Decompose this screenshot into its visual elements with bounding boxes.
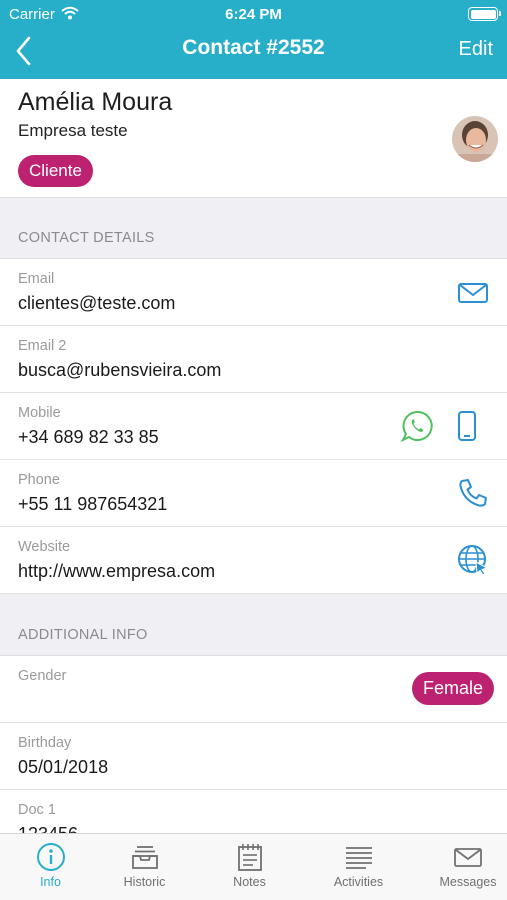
field-label: Website — [18, 539, 71, 555]
tab-notes[interactable]: Notes — [199, 834, 300, 900]
tab-label: Historic — [123, 875, 166, 889]
info-row-birthday: Birthday 05/01/2018 — [0, 723, 507, 790]
page-title: Contact #2552 — [182, 36, 325, 59]
tab-messages[interactable]: Messages — [429, 834, 507, 900]
clock: 6:24 PM — [225, 6, 282, 23]
mail-icon[interactable] — [456, 275, 490, 309]
contact-header: Amélia Moura Empresa teste Cliente — [0, 79, 507, 198]
detail-row-email[interactable]: Email clientes@teste.com — [0, 259, 507, 326]
status-bar: Carrier 6:24 PM — [0, 0, 507, 28]
field-value: clientes@teste.com — [18, 293, 176, 313]
field-label: Doc 1 — [18, 802, 56, 818]
detail-row-email-2[interactable]: Email 2 busca@rubensvieira.com — [0, 326, 507, 393]
detail-row-website[interactable]: Website http://www.empresa.com — [0, 527, 507, 594]
detail-row-phone[interactable]: Phone +55 11 987654321 — [0, 460, 507, 527]
tab-historic[interactable]: Historic — [94, 834, 195, 900]
section-header-contact-details: CONTACT DETAILS — [0, 198, 507, 259]
tab-activities[interactable]: Activities — [308, 834, 409, 900]
navigation-bar: Carrier 6:24 PM Contact #2552 Edit — [0, 0, 507, 79]
field-label: Mobile — [18, 405, 61, 421]
contact-name: Amélia Moura — [18, 88, 173, 116]
battery-icon — [468, 7, 501, 21]
mobile-phone-icon[interactable] — [450, 409, 484, 443]
field-label: Email — [18, 271, 55, 287]
field-value: +55 11 987654321 — [18, 494, 168, 514]
info-icon — [36, 843, 65, 871]
field-label: Gender — [18, 668, 67, 684]
section-title: CONTACT DETAILS — [18, 230, 155, 246]
whatsapp-icon[interactable] — [400, 409, 434, 443]
gender-badge: Female — [411, 672, 494, 705]
section-title: ADDITIONAL INFO — [18, 627, 148, 643]
detail-row-mobile[interactable]: Mobile +34 689 82 33 85 — [0, 393, 507, 460]
field-value: 05/01/2018 — [18, 757, 109, 777]
notepad-icon — [237, 844, 262, 871]
contact-tag-badge[interactable]: Cliente — [18, 155, 93, 187]
tab-info[interactable]: Info — [0, 834, 101, 900]
inbox-tray-icon — [131, 846, 158, 869]
contact-company: Empresa teste — [18, 121, 128, 140]
field-label: Birthday — [18, 735, 72, 751]
tab-label: Activities — [333, 875, 384, 889]
field-value: +34 689 82 33 85 — [18, 427, 159, 447]
avatar[interactable] — [452, 116, 498, 162]
edit-button[interactable]: Edit — [459, 38, 493, 61]
tab-label: Notes — [233, 875, 266, 889]
envelope-icon — [454, 848, 482, 867]
info-row-gender: Gender Female — [0, 656, 507, 723]
tab-label: Info — [40, 875, 61, 889]
section-header-additional-info: ADDITIONAL INFO — [0, 594, 507, 656]
field-label: Phone — [18, 472, 60, 488]
globe-cursor-icon[interactable] — [456, 543, 490, 577]
field-value: busca@rubensvieira.com — [18, 360, 222, 380]
tab-label: Messages — [439, 875, 497, 889]
field-label: Email 2 — [18, 338, 67, 354]
field-value: http://www.empresa.com — [18, 561, 216, 581]
list-icon — [345, 847, 372, 869]
phone-handset-icon[interactable] — [456, 476, 490, 510]
tab-bar: Info Historic Notes Activities Messages — [0, 833, 507, 900]
